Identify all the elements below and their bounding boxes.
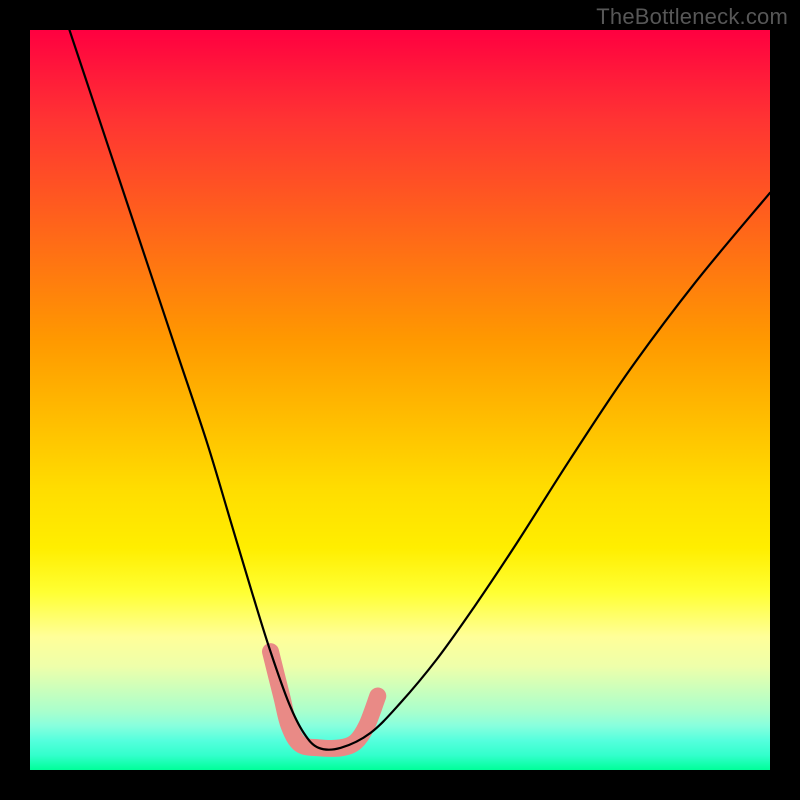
curve-svg	[30, 30, 770, 770]
bottleneck-curve	[67, 30, 770, 750]
watermark-text: TheBottleneck.com	[596, 4, 788, 30]
plot-area	[30, 30, 770, 770]
chart-frame: TheBottleneck.com	[0, 0, 800, 800]
